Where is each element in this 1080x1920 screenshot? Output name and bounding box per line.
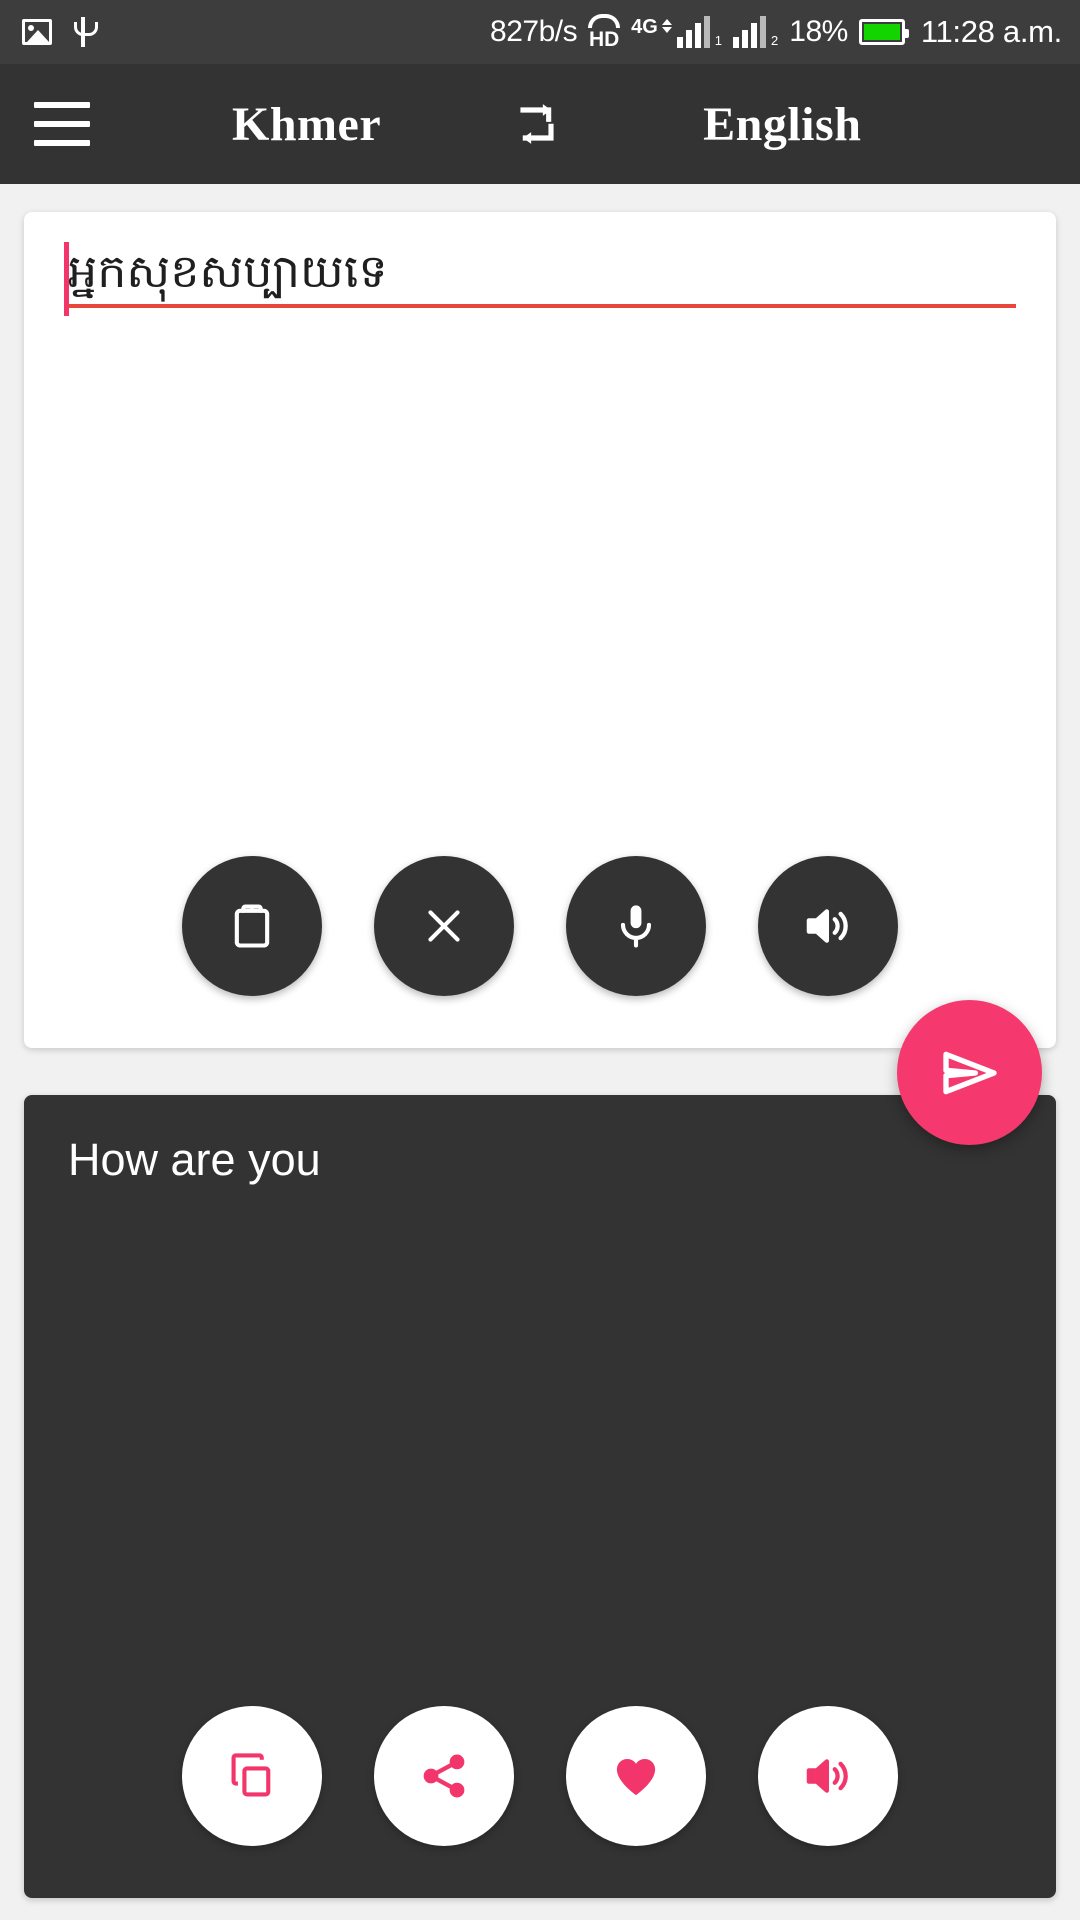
source-text-input[interactable]: អ្នកសុខសប្បាយទេ	[68, 240, 1016, 309]
send-button[interactable]	[897, 1000, 1042, 1145]
battery-icon	[858, 19, 909, 45]
share-button[interactable]	[374, 1706, 514, 1846]
battery-percent-label: 18%	[789, 15, 848, 48]
hd-voice-icon: HD	[588, 14, 621, 51]
app-header: Khmer English	[0, 64, 1080, 184]
paste-button[interactable]	[182, 856, 322, 996]
input-panel[interactable]: អ្នកសុខសប្បាយទេ	[24, 212, 1056, 1048]
speak-source-button[interactable]	[758, 856, 898, 996]
source-language-label[interactable]: Khmer	[232, 97, 381, 152]
sim1-label: 1	[714, 33, 723, 48]
voice-input-button[interactable]	[566, 856, 706, 996]
favorite-button[interactable]	[566, 1706, 706, 1846]
status-bar-right: 827b/s HD 4G 1 2 18% 11:28 a.m.	[490, 14, 1062, 50]
usb-icon	[72, 17, 98, 47]
clear-button[interactable]	[374, 856, 514, 996]
output-action-row	[24, 1706, 1056, 1846]
input-action-row	[24, 856, 1056, 996]
translated-text: How are you	[68, 1134, 321, 1185]
image-icon	[22, 19, 52, 45]
sim1-signal-icon: 4G 1	[631, 16, 722, 48]
output-panel[interactable]: How are you	[24, 1095, 1056, 1898]
network-type-label: 4G	[631, 16, 658, 38]
speak-result-button[interactable]	[758, 1706, 898, 1846]
target-language-label[interactable]: English	[703, 97, 861, 152]
sim2-signal-icon: 2	[733, 16, 778, 48]
hamburger-menu-icon[interactable]	[34, 102, 90, 146]
hd-label: HD	[588, 28, 620, 51]
clock-label: 11:28 a.m.	[920, 14, 1062, 49]
sim2-label: 2	[771, 33, 779, 48]
network-speed-label: 827b/s	[490, 15, 578, 48]
copy-button[interactable]	[182, 1706, 322, 1846]
status-bar-left	[22, 17, 98, 47]
swap-languages-icon[interactable]	[507, 94, 567, 154]
status-bar: 827b/s HD 4G 1 2 18% 11:28 a.m.	[0, 0, 1080, 64]
app-screen: 827b/s HD 4G 1 2 18% 11:28 a.m. Khmer En…	[0, 0, 1080, 1920]
